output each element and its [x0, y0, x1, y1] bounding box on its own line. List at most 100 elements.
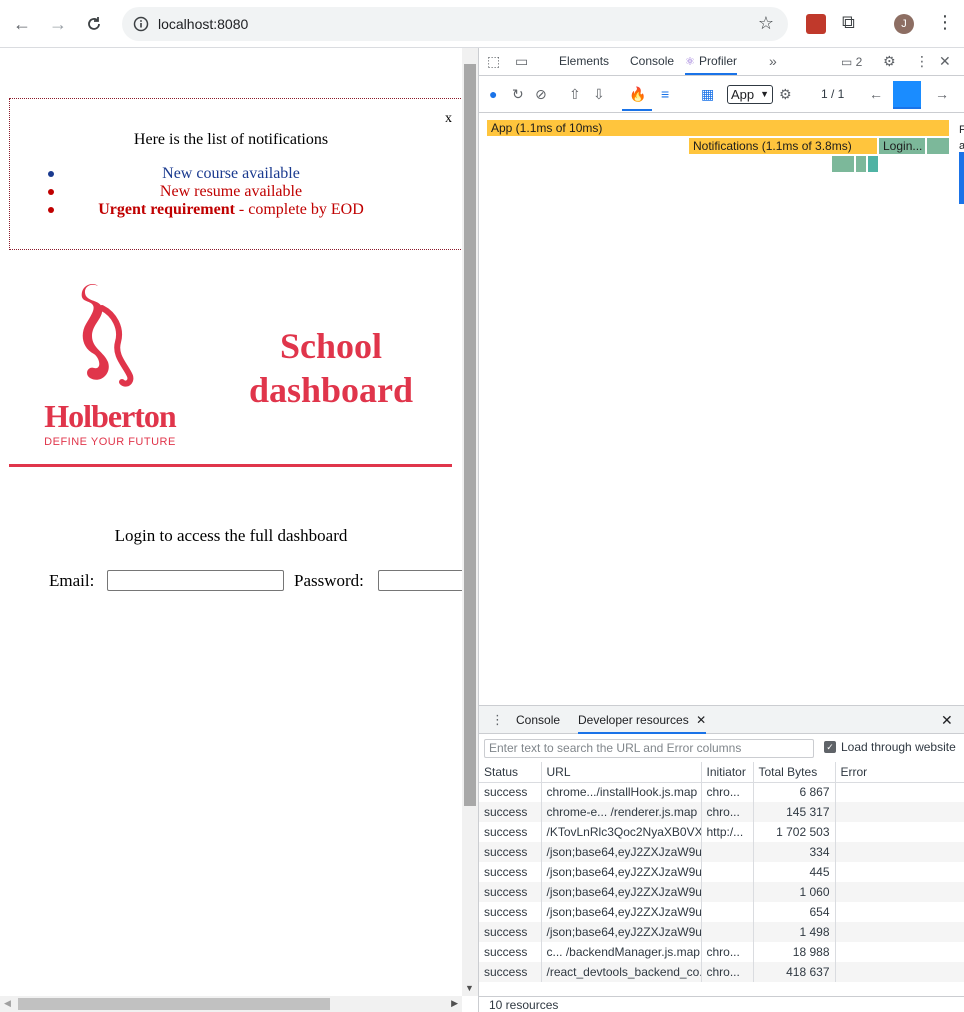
- table-row[interactable]: success chrome-e... /renderer.js.map chro.…: [479, 802, 964, 822]
- bullet-icon: [48, 171, 54, 177]
- table-row[interactable]: success/json;base64,eyJ2ZXJzaW9uI... 654: [479, 902, 964, 922]
- close-devtools-icon[interactable]: ✕: [939, 53, 951, 70]
- flame-bar[interactable]: [927, 138, 949, 154]
- site-info-icon[interactable]: [132, 15, 150, 33]
- flame-bar-login[interactable]: Login...: [879, 138, 925, 154]
- table-cell: /json;base64,eyJ2ZXJzaW9uI...: [541, 842, 702, 862]
- root-selector[interactable]: App ▼: [727, 85, 773, 104]
- load-through-website-label: Load through website: [841, 740, 956, 754]
- table-cell: [835, 822, 964, 842]
- logo-tagline: DEFINE YOUR FUTURE: [44, 436, 176, 448]
- table-header-row: Status URL Initiator Total Bytes Error: [479, 762, 964, 783]
- logo-wordmark: Holberton: [44, 398, 176, 434]
- close-tab-icon[interactable]: ✕: [696, 713, 706, 727]
- table-cell: success: [479, 802, 542, 822]
- table-cell: c... /backendManager.js.map: [541, 942, 702, 962]
- table-row[interactable]: success/KTovLnRlc3Qoc2NyaXB0VX... http:/.…: [479, 822, 964, 842]
- notification-item[interactable]: Urgent requirement - complete by EOD: [10, 201, 462, 219]
- table-row[interactable]: success/json;base64,eyJ2ZXJzaW9uI... 334: [479, 842, 964, 862]
- scrollbar-thumb[interactable]: [464, 64, 476, 806]
- flame-bar[interactable]: [868, 156, 878, 172]
- resources-search-input[interactable]: Enter text to search the URL and Error c…: [484, 739, 814, 758]
- bookmark-star-icon[interactable]: ☆: [758, 13, 774, 34]
- reload-icon[interactable]: [82, 12, 106, 36]
- commit-bar[interactable]: [893, 81, 921, 109]
- back-icon[interactable]: ←: [10, 12, 34, 36]
- drawer-tab-developer-resources[interactable]: Developer resources ✕: [578, 713, 707, 734]
- notification-text: New course available: [162, 165, 300, 182]
- devtools-menu-icon[interactable]: ⋮: [915, 53, 929, 70]
- more-tabs-icon[interactable]: »: [769, 53, 777, 69]
- profile-avatar[interactable]: J: [894, 14, 914, 34]
- flame-bar-app[interactable]: App (1.1ms of 10ms): [487, 120, 949, 136]
- drawer-tab-label: Developer resources: [578, 713, 689, 727]
- table-row[interactable]: success/json;base64,eyJ2ZXJzaW9uI... 1 06…: [479, 882, 964, 902]
- forward-icon[interactable]: →: [46, 12, 70, 36]
- table-row[interactable]: success/json;base64,eyJ2ZXJzaW9uI... 1 49…: [479, 922, 964, 942]
- scrollbar-thumb[interactable]: [18, 998, 330, 1010]
- notifications-panel: x Here is the list of notifications New …: [9, 98, 462, 250]
- column-header-status[interactable]: Status: [479, 762, 542, 783]
- inspect-element-icon[interactable]: ⬚: [487, 53, 500, 70]
- column-header-error[interactable]: Error: [835, 762, 964, 783]
- flame-bar[interactable]: [856, 156, 866, 172]
- device-toolbar-icon[interactable]: ▭: [515, 53, 528, 70]
- table-row[interactable]: success/react_devtools_backend_co... chro…: [479, 962, 964, 982]
- table-row[interactable]: success c... /backendManager.js.map chro..…: [479, 942, 964, 962]
- table-cell: [835, 922, 964, 942]
- flamegraph: App (1.1ms of 10ms) Notifications (1.1ms…: [479, 114, 964, 704]
- table-cell: 654: [753, 902, 836, 922]
- drawer-tab-console[interactable]: Console: [516, 713, 560, 727]
- flame-bar[interactable]: [832, 156, 854, 172]
- clear-profile-icon[interactable]: ⊘: [535, 86, 547, 103]
- table-cell: /json;base64,eyJ2ZXJzaW9uI...: [541, 882, 702, 902]
- notification-item[interactable]: New course available: [10, 165, 462, 183]
- column-header-initiator[interactable]: Initiator: [701, 762, 754, 783]
- devtools-panel: ⬚ ▭ Elements Console ⚛ Profiler » ▭ 2 ⚙ …: [478, 48, 964, 1012]
- reload-profile-icon[interactable]: ↻: [512, 86, 524, 103]
- ranked-chart-icon[interactable]: ≡: [661, 86, 669, 102]
- address-bar[interactable]: localhost:8080 ☆: [122, 7, 788, 41]
- side-panel-text: F a: [959, 124, 964, 152]
- close-drawer-icon[interactable]: ✕: [941, 712, 953, 729]
- email-field[interactable]: [107, 570, 284, 591]
- table-cell: success: [479, 942, 542, 962]
- notification-item[interactable]: New resume available: [10, 183, 462, 201]
- column-header-url[interactable]: URL: [541, 762, 702, 783]
- scroll-down-arrow-icon[interactable]: ▼: [465, 983, 474, 993]
- password-field[interactable]: [378, 570, 462, 591]
- issues-badge[interactable]: ▭ 2: [841, 55, 862, 69]
- table-cell: chro...: [701, 942, 754, 962]
- scroll-right-arrow-icon[interactable]: ▶: [451, 998, 458, 1009]
- table-row[interactable]: success chrome.../installHook.js.map chro.…: [479, 782, 964, 802]
- timeline-icon[interactable]: ▦: [701, 86, 714, 103]
- record-icon[interactable]: ●: [489, 86, 497, 102]
- next-commit-icon[interactable]: →: [935, 86, 949, 102]
- profiler-settings-icon[interactable]: ⚙: [779, 86, 792, 103]
- tab-profiler[interactable]: ⚛ Profiler: [685, 54, 738, 75]
- table-cell: success: [479, 862, 542, 882]
- notification-strong-text: Urgent requirement: [98, 201, 235, 218]
- table-cell: 1 498: [753, 922, 836, 942]
- tab-elements[interactable]: Elements: [559, 54, 609, 68]
- column-header-total-bytes[interactable]: Total Bytes: [753, 762, 836, 783]
- flamegraph-icon[interactable]: 🔥: [629, 86, 646, 103]
- table-cell: 418 637: [753, 962, 836, 982]
- browser-menu-icon[interactable]: ⋮: [936, 12, 954, 33]
- close-notifications-button[interactable]: x: [445, 111, 452, 127]
- drawer-menu-icon[interactable]: ⋮: [491, 712, 504, 728]
- save-profile-icon[interactable]: ⇩: [593, 86, 605, 103]
- page-horizontal-scrollbar[interactable]: ◀ ▶: [0, 996, 462, 1012]
- extensions-puzzle-icon[interactable]: ⧉: [842, 12, 855, 33]
- load-profile-icon[interactable]: ⇧: [569, 86, 581, 103]
- settings-gear-icon[interactable]: ⚙: [883, 53, 896, 70]
- extension-icon[interactable]: [806, 14, 826, 34]
- notifications-title: Here is the list of notifications: [133, 131, 329, 148]
- load-through-website-checkbox[interactable]: ✓: [824, 741, 836, 753]
- tab-console[interactable]: Console: [630, 54, 674, 68]
- table-row[interactable]: success/json;base64,eyJ2ZXJzaW9uI... 445: [479, 862, 964, 882]
- flame-bar-notifications[interactable]: Notifications (1.1ms of 3.8ms): [689, 138, 877, 154]
- scroll-left-arrow-icon[interactable]: ◀: [4, 998, 11, 1009]
- previous-commit-icon[interactable]: ←: [869, 86, 883, 102]
- page-vertical-scrollbar[interactable]: ▼: [462, 48, 478, 996]
